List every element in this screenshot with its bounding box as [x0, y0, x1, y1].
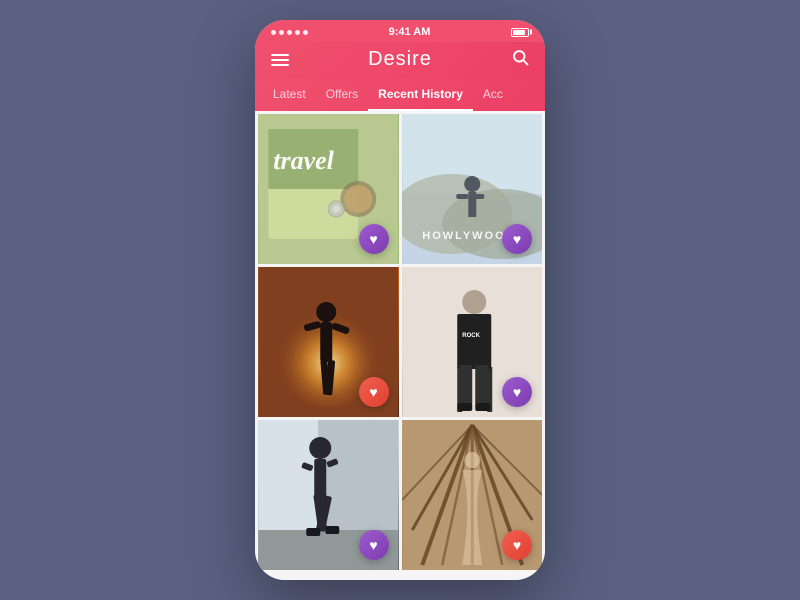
grid-item-silhouette: ♥: [258, 267, 399, 417]
tab-recent-history[interactable]: Recent History: [368, 79, 473, 111]
app-header: Desire: [255, 42, 545, 79]
image-grid: travel ♥: [255, 111, 545, 573]
dot-2: [279, 30, 284, 35]
dot-1: [271, 30, 276, 35]
grid-item-wood: ♥: [402, 420, 543, 570]
phone-frame: 9:41 AM Desire Latest Offers Recent Hist…: [255, 20, 545, 580]
hamburger-line-2: [271, 59, 289, 61]
heart-button-fashion[interactable]: ♥: [502, 377, 532, 407]
app-title: Desire: [368, 48, 432, 71]
svg-text:travel: travel: [273, 146, 334, 175]
heart-button-wood[interactable]: ♥: [502, 530, 532, 560]
dot-4: [295, 30, 300, 35]
tab-account[interactable]: Acc: [473, 79, 513, 111]
heart-button-travel[interactable]: ♥: [359, 224, 389, 254]
battery-indicator: [511, 28, 529, 37]
heart-button-silhouette[interactable]: ♥: [359, 377, 389, 407]
status-bar: 9:41 AM: [255, 20, 545, 42]
tab-bar: Latest Offers Recent History Acc: [255, 79, 545, 111]
grid-item-hollywood: HOWLYWOOD ♥: [402, 114, 543, 264]
grid-item-walk: ♥: [258, 420, 399, 570]
hamburger-line-1: [271, 54, 289, 56]
content-area: travel ♥: [255, 111, 545, 580]
dot-5: [303, 30, 308, 35]
status-time: 9:41 AM: [389, 26, 431, 38]
hamburger-line-3: [271, 64, 289, 66]
heart-button-walk[interactable]: ♥: [359, 530, 389, 560]
battery-fill: [513, 30, 525, 35]
heart-button-hollywood[interactable]: ♥: [502, 224, 532, 254]
svg-text:ROCK: ROCK: [462, 333, 480, 339]
menu-button[interactable]: [271, 54, 289, 66]
tab-latest[interactable]: Latest: [263, 79, 316, 111]
tab-offers[interactable]: Offers: [316, 79, 368, 111]
dot-3: [287, 30, 292, 35]
search-button[interactable]: [511, 48, 529, 71]
grid-item-travel: travel ♥: [258, 114, 399, 264]
grid-item-fashion: ROCK ♥: [402, 267, 543, 417]
battery-icon: [511, 28, 529, 37]
signal-dots: [271, 30, 308, 35]
